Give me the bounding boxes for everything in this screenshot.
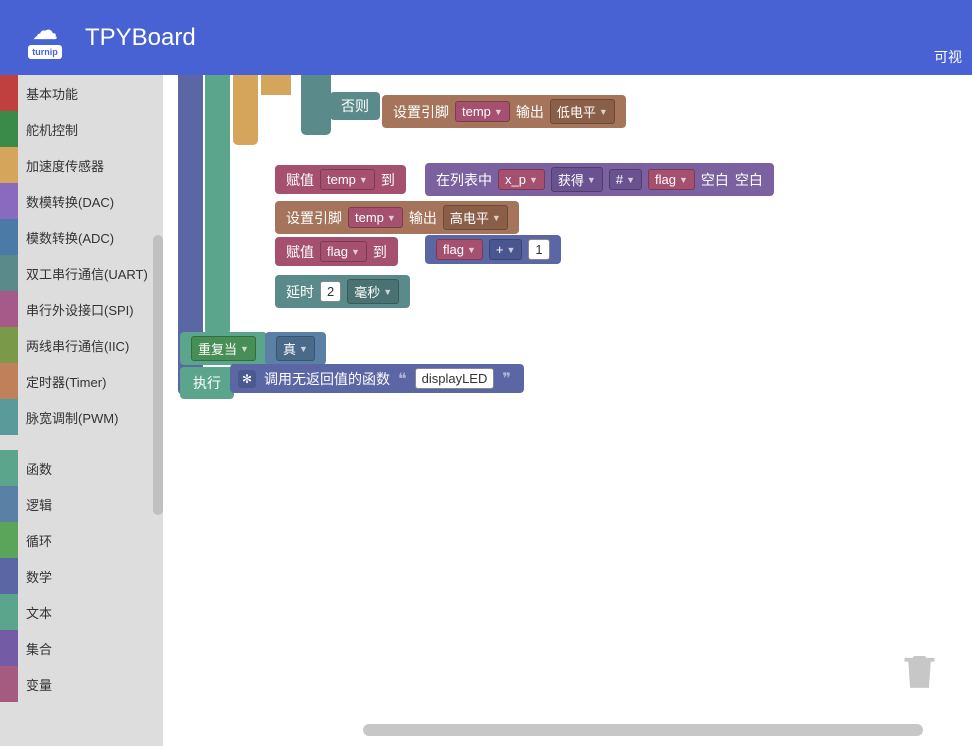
workspace[interactable]: 否则 设置引脚 temp▼ 输出 低电平▼ 赋值 temp▼ 到 在列表中 x_… (163, 75, 972, 746)
field-display-led[interactable]: displayLED (415, 368, 495, 389)
header: ☁ turnip TPYBoard 可视 (0, 0, 972, 75)
field-hash[interactable]: #▼ (609, 169, 642, 190)
block-assign-flag[interactable]: 赋值 flag▼ 到 (273, 235, 400, 268)
sidebar-item-iic[interactable]: 两线串行通信(IIC) (0, 327, 163, 363)
trash-icon[interactable] (897, 646, 942, 696)
sidebar-item-accel[interactable]: 加速度传感器 (0, 147, 163, 183)
sidebar-item-functions[interactable]: 函数 (0, 450, 163, 486)
sidebar-item-adc[interactable]: 模数转换(ADC) (0, 219, 163, 255)
quote-left-icon: ❝ (398, 369, 407, 389)
block-else[interactable]: 否则 (328, 90, 382, 122)
field-one[interactable]: 1 (528, 239, 549, 260)
block-assign-temp[interactable]: 赋值 temp▼ 到 (273, 163, 408, 196)
sidebar-item-variables[interactable]: 变量 (0, 666, 163, 702)
field-plus[interactable]: +▼ (489, 239, 523, 260)
logo-cloud-icon: ☁ (32, 17, 58, 43)
field-repeat[interactable]: 重复当▼ (191, 336, 256, 361)
main-area: 基本功能 舵机控制 加速度传感器 数模转换(DAC) 模数转换(ADC) 双工串… (0, 75, 972, 746)
sidebar-item-pwm[interactable]: 脉宽调制(PWM) (0, 399, 163, 435)
field-flag-assign[interactable]: flag▼ (320, 241, 367, 262)
block-set-pin-low[interactable]: 设置引脚 temp▼ 输出 低电平▼ (380, 93, 628, 130)
field-temp-high[interactable]: temp▼ (348, 207, 403, 228)
sidebar-item-logic[interactable]: 逻辑 (0, 486, 163, 522)
logo: ☁ turnip (20, 15, 70, 60)
logo-text: turnip (28, 45, 62, 59)
horizontal-scrollbar[interactable] (363, 724, 923, 736)
block-flag-plus-1[interactable]: flag▼ +▼ 1 (423, 233, 563, 266)
block-call-function[interactable]: ✻ 调用无返回值的函数 ❝ displayLED ❞ (228, 362, 526, 395)
field-high-level[interactable]: 高电平▼ (443, 205, 508, 230)
block-set-pin-high[interactable]: 设置引脚 temp▼ 输出 高电平▼ (273, 199, 521, 236)
else-label: 否则 (341, 96, 369, 116)
sidebar-item-servo[interactable]: 舵机控制 (0, 111, 163, 147)
block-delay[interactable]: 延时 2 毫秒▼ (273, 273, 412, 310)
field-xp-var[interactable]: x_p▼ (498, 169, 545, 190)
sidebar-item-uart[interactable]: 双工串行通信(UART) (0, 255, 163, 291)
sidebar-item-lists[interactable]: 集合 (0, 630, 163, 666)
quote-right-icon: ❞ (502, 369, 511, 389)
sidebar-item-dac[interactable]: 数模转换(DAC) (0, 183, 163, 219)
sidebar-item-basic[interactable]: 基本功能 (0, 75, 163, 111)
field-temp-var[interactable]: temp▼ (455, 101, 510, 122)
sidebar-item-math[interactable]: 数学 (0, 558, 163, 594)
sidebar-item-timer[interactable]: 定时器(Timer) (0, 363, 163, 399)
field-temp-assign[interactable]: temp▼ (320, 169, 375, 190)
sidebar: 基本功能 舵机控制 加速度传感器 数模转换(DAC) 模数转换(ADC) 双工串… (0, 75, 163, 746)
field-true[interactable]: 真▼ (276, 336, 315, 361)
gear-icon[interactable]: ✻ (238, 370, 256, 388)
block-list-get[interactable]: 在列表中 x_p▼ 获得▼ #▼ flag▼ 空白 空白 (423, 161, 776, 198)
field-get[interactable]: 获得▼ (551, 167, 603, 192)
field-delay-value[interactable]: 2 (320, 281, 341, 302)
field-flag-var[interactable]: flag▼ (648, 169, 695, 190)
sidebar-scrollbar[interactable] (153, 235, 163, 515)
field-millisec[interactable]: 毫秒▼ (347, 279, 399, 304)
header-right-label[interactable]: 可视 (934, 47, 962, 67)
field-flag-rhs[interactable]: flag▼ (436, 239, 483, 260)
sidebar-item-spi[interactable]: 串行外设接口(SPI) (0, 291, 163, 327)
sidebar-item-loops[interactable]: 循环 (0, 522, 163, 558)
page-title: TPYBoard (85, 24, 196, 52)
sidebar-item-text[interactable]: 文本 (0, 594, 163, 630)
field-low-level[interactable]: 低电平▼ (550, 99, 615, 124)
